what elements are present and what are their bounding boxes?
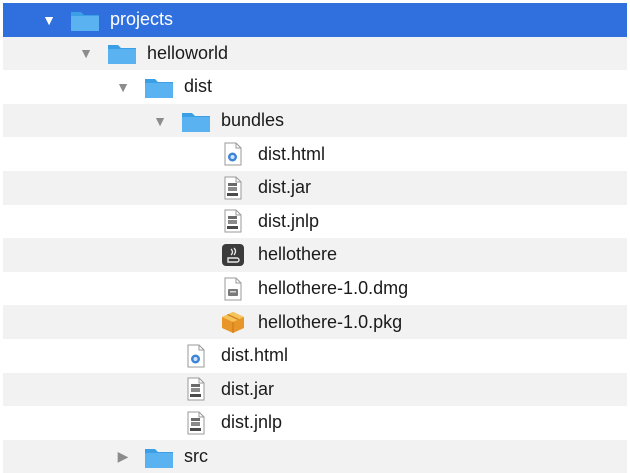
file-row-hellothere-1-0-dmg[interactable]: hellothere-1.0.dmg bbox=[3, 272, 627, 306]
item-label: helloworld bbox=[147, 42, 229, 63]
disclosure-expanded-icon[interactable]: ▼ bbox=[77, 44, 95, 62]
html-file-icon bbox=[218, 142, 248, 166]
folder-row-helloworld[interactable]: ▼ helloworld bbox=[3, 36, 627, 71]
disclosure-expanded-icon[interactable]: ▼ bbox=[114, 78, 132, 96]
item-label: hellothere bbox=[258, 244, 338, 265]
pkg-file-icon bbox=[218, 310, 248, 334]
folder-icon bbox=[70, 8, 100, 32]
folder-row-bundles[interactable]: ▼ bundles bbox=[3, 103, 627, 138]
html-file-icon bbox=[181, 344, 211, 368]
folder-row-dist[interactable]: ▼ dist bbox=[3, 70, 627, 104]
item-label: dist bbox=[184, 76, 213, 97]
folder-row-src[interactable]: ▶ src bbox=[3, 439, 627, 473]
item-label: dist.jar bbox=[258, 177, 312, 198]
disclosure-expanded-icon[interactable]: ▼ bbox=[151, 112, 169, 130]
folder-icon bbox=[144, 445, 174, 469]
item-label: dist.jnlp bbox=[221, 412, 283, 433]
disclosure-collapsed-icon[interactable]: ▶ bbox=[114, 448, 132, 466]
jnlp-file-icon bbox=[218, 209, 248, 233]
item-label: hellothere-1.0.dmg bbox=[258, 278, 409, 299]
file-row-dist-jar[interactable]: dist.jar bbox=[3, 372, 627, 407]
file-row-dist-html[interactable]: dist.html bbox=[3, 339, 627, 373]
file-row-hellothere[interactable]: hellothere bbox=[3, 238, 627, 272]
item-label: bundles bbox=[221, 110, 285, 131]
folder-icon bbox=[107, 41, 137, 65]
file-tree: ▼ projects ▼ helloworld ▼ dist ▼ bundles di… bbox=[0, 0, 630, 473]
folder-row-projects[interactable]: ▼ projects bbox=[3, 3, 627, 37]
item-label: dist.jnlp bbox=[258, 210, 320, 231]
item-label: projects bbox=[110, 9, 174, 30]
java-app-icon bbox=[218, 243, 248, 267]
disclosure-expanded-icon[interactable]: ▼ bbox=[40, 11, 58, 29]
item-label: dist.html bbox=[221, 345, 289, 366]
jar-file-icon bbox=[218, 176, 248, 200]
item-label: src bbox=[184, 446, 208, 467]
file-row-dist-jnlp[interactable]: dist.jnlp bbox=[3, 406, 627, 440]
folder-icon bbox=[181, 109, 211, 133]
folder-icon bbox=[144, 75, 174, 99]
jar-file-icon bbox=[181, 377, 211, 401]
item-label: hellothere-1.0.pkg bbox=[258, 311, 403, 332]
item-label: dist.jar bbox=[221, 378, 275, 399]
item-label: dist.html bbox=[258, 143, 326, 164]
dmg-file-icon bbox=[218, 277, 248, 301]
file-row-dist-jnlp[interactable]: dist.jnlp bbox=[3, 205, 627, 239]
file-row-dist-jar[interactable]: dist.jar bbox=[3, 171, 627, 205]
file-row-hellothere-1-0-pkg[interactable]: hellothere-1.0.pkg bbox=[3, 305, 627, 339]
jnlp-file-icon bbox=[181, 411, 211, 435]
file-row-dist-html[interactable]: dist.html bbox=[3, 137, 627, 171]
